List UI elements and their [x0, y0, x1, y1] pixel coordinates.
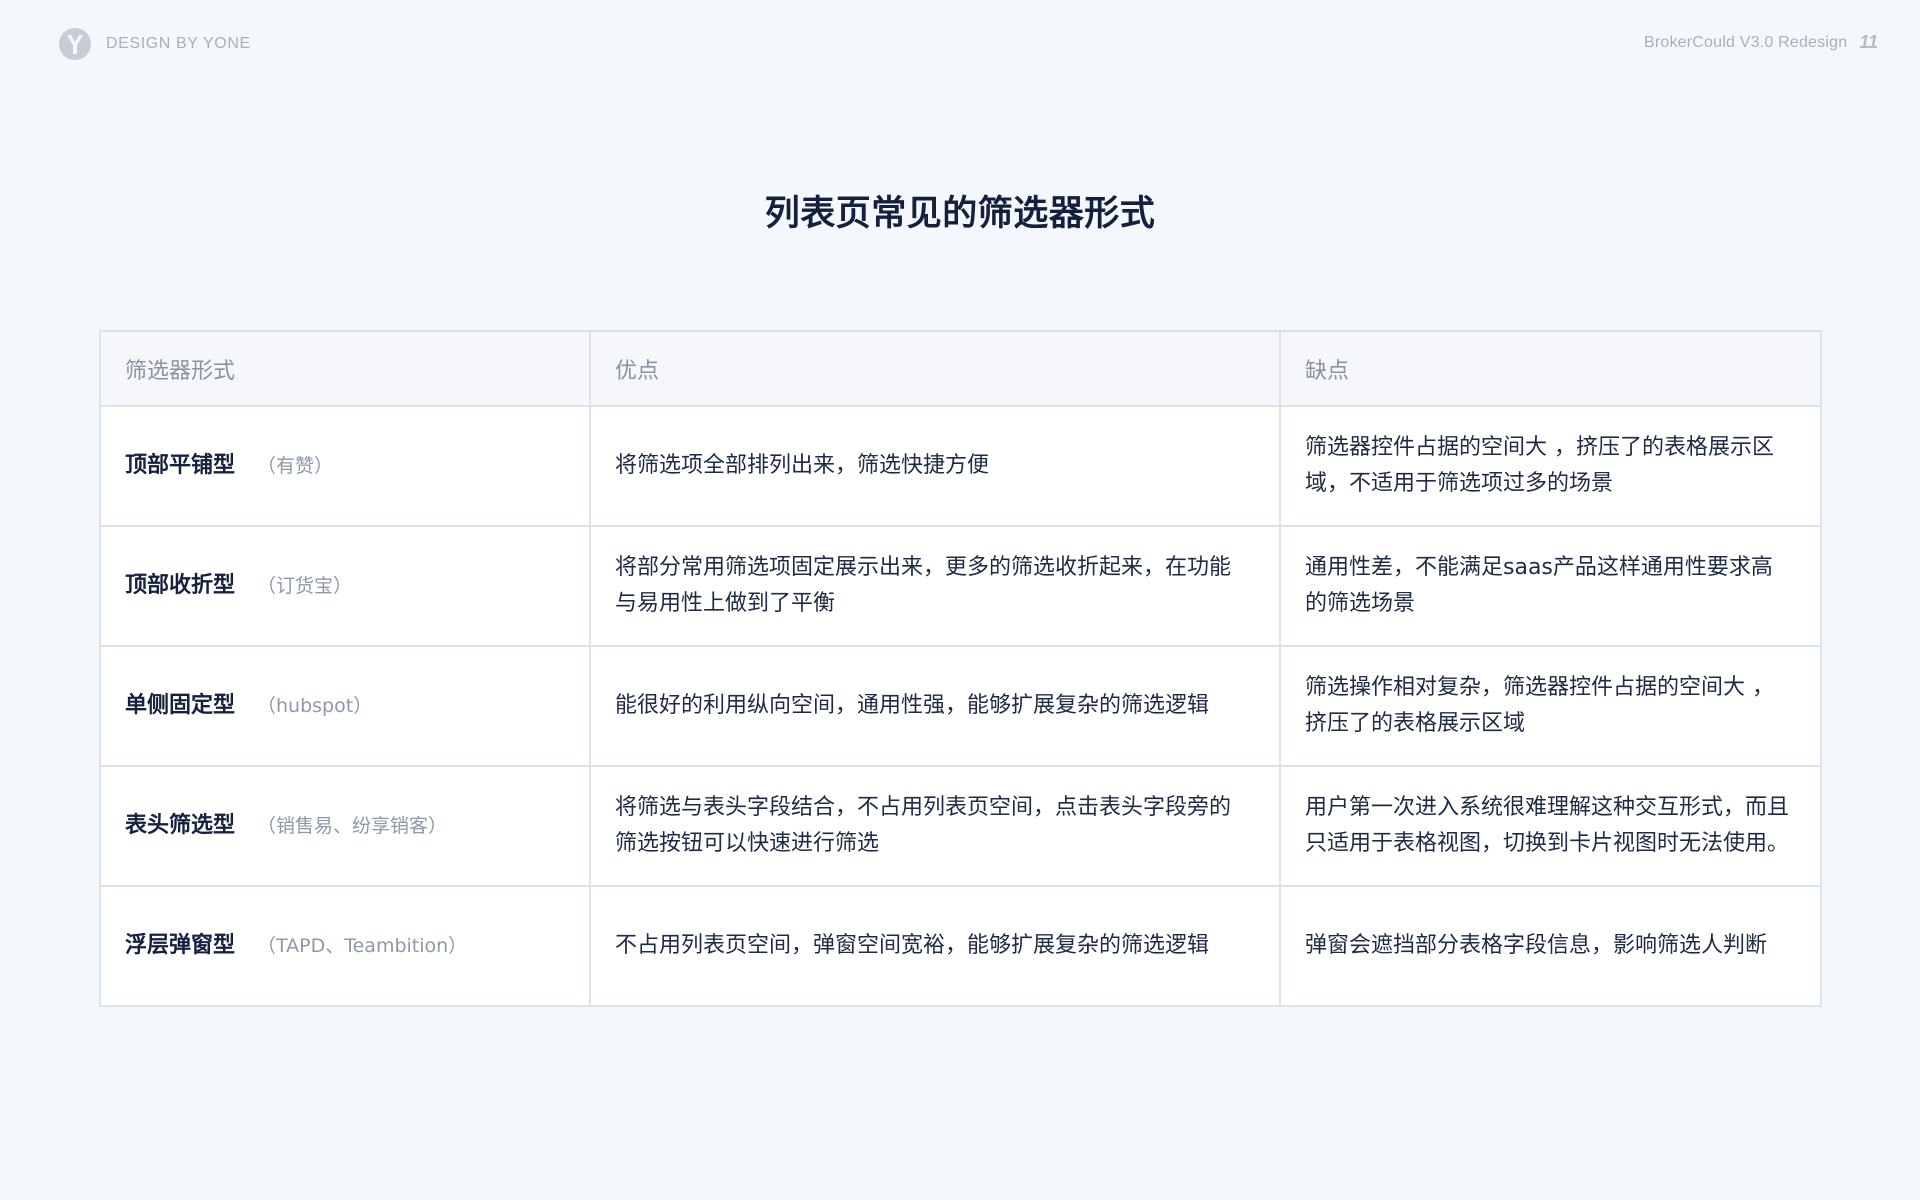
cons-cell: 用户第一次进入系统很难理解这种交互形式，而且只适用于表格视图，切换到卡片视图时无…	[1279, 765, 1822, 887]
cons-text: 通用性差，不能满足saas产品这样通用性要求高的筛选场景	[1305, 555, 1773, 616]
cons-cell: 通用性差，不能满足saas产品这样通用性要求高的筛选场景	[1279, 525, 1822, 647]
pros-text: 将筛选与表头字段结合，不占用列表页空间，点击表头字段旁的筛选按钮可以快速进行筛选	[615, 795, 1232, 856]
comparison-table-wrapper: 筛选器形式 优点 缺点 顶部平铺型 （有赞） 将筛选项全部排列出来，筛选快捷方便 …	[99, 330, 1822, 1007]
table-row: 顶部收折型 （订货宝） 将部分常用筛选项固定展示出来，更多的筛选收折起来，在功能与…	[99, 525, 1822, 647]
filter-type-name: 浮层弹窗型	[125, 933, 236, 958]
filter-form-cell: 单侧固定型 （hubspot）	[99, 645, 591, 767]
cons-text: 用户第一次进入系统很难理解这种交互形式，而且只适用于表格视图，切换到卡片视图时无…	[1305, 795, 1790, 856]
pros-cell: 将筛选项全部排列出来，筛选快捷方便	[589, 405, 1281, 527]
pros-cell: 不占用列表页空间，弹窗空间宽裕，能够扩展复杂的筛选逻辑	[589, 885, 1281, 1007]
cons-cell: 弹窗会遮挡部分表格字段信息，影响筛选人判断	[1279, 885, 1822, 1007]
project-name: BrokerCould V3.0 Redesign	[1643, 33, 1848, 51]
column-header-cons: 缺点	[1279, 330, 1822, 407]
pros-cell: 能很好的利用纵向空间，通用性强，能够扩展复杂的筛选逻辑	[589, 645, 1281, 767]
pros-text: 能很好的利用纵向空间，通用性强，能够扩展复杂的筛选逻辑	[615, 693, 1210, 718]
filter-type-example: （hubspot）	[257, 695, 373, 717]
column-header-pros: 优点	[589, 330, 1281, 407]
cons-text: 弹窗会遮挡部分表格字段信息，影响筛选人判断	[1305, 933, 1768, 958]
filter-type-name: 顶部平铺型	[125, 453, 236, 478]
column-header-form: 筛选器形式	[99, 330, 591, 407]
pros-text: 将筛选项全部排列出来，筛选快捷方便	[615, 453, 990, 478]
filter-type-example: （销售易、纷享销客）	[257, 815, 448, 837]
brand-area: DESIGN BY YONE	[58, 27, 251, 61]
cons-cell: 筛选操作相对复杂，筛选器控件占据的空间大 ，挤压了的表格展示区域	[1279, 645, 1822, 767]
filter-form-cell: 顶部收折型 （订货宝）	[99, 525, 591, 647]
cons-cell: 筛选器控件占据的空间大 ，挤压了的表格展示区域，不适用于筛选项过多的场景	[1279, 405, 1822, 527]
filter-comparison-table: 筛选器形式 优点 缺点 顶部平铺型 （有赞） 将筛选项全部排列出来，筛选快捷方便 …	[99, 330, 1822, 1007]
pros-text: 不占用列表页空间，弹窗空间宽裕，能够扩展复杂的筛选逻辑	[615, 933, 1210, 958]
filter-type-name: 顶部收折型	[125, 573, 236, 598]
filter-form-cell: 浮层弹窗型 （TAPD、Teambition）	[99, 885, 591, 1007]
filter-type-name: 表头筛选型	[125, 813, 236, 838]
filter-type-example: （订货宝）	[257, 575, 353, 597]
table-row: 顶部平铺型 （有赞） 将筛选项全部排列出来，筛选快捷方便 筛选器控件占据的空间大 …	[99, 405, 1822, 527]
table-row: 表头筛选型 （销售易、纷享销客） 将筛选与表头字段结合，不占用列表页空间，点击表头…	[99, 765, 1822, 887]
pros-cell: 将筛选与表头字段结合，不占用列表页空间，点击表头字段旁的筛选按钮可以快速进行筛选	[589, 765, 1281, 887]
filter-type-example: （有赞）	[257, 455, 334, 477]
pros-text: 将部分常用筛选项固定展示出来，更多的筛选收折起来，在功能与易用性上做到了平衡	[615, 555, 1232, 616]
cons-text: 筛选器控件占据的空间大 ，挤压了的表格展示区域，不适用于筛选项过多的场景	[1305, 435, 1774, 496]
filter-form-cell: 表头筛选型 （销售易、纷享销客）	[99, 765, 591, 887]
pros-cell: 将部分常用筛选项固定展示出来，更多的筛选收折起来，在功能与易用性上做到了平衡	[589, 525, 1281, 647]
page-number: 11	[1859, 32, 1878, 52]
filter-type-name: 单侧固定型	[125, 693, 236, 718]
cons-text: 筛选操作相对复杂，筛选器控件占据的空间大 ，挤压了的表格展示区域	[1305, 675, 1774, 736]
page-title: 列表页常见的筛选器形式	[764, 194, 1156, 234]
brand-label: DESIGN BY YONE	[106, 35, 251, 52]
table-row: 单侧固定型 （hubspot） 能很好的利用纵向空间，通用性强，能够扩展复杂的筛选…	[99, 645, 1822, 767]
deck-info: BrokerCould V3.0 Redesign 11	[1644, 32, 1878, 53]
table-header-row: 筛选器形式 优点 缺点	[99, 330, 1822, 407]
y-logo-icon	[59, 28, 91, 60]
table-row: 浮层弹窗型 （TAPD、Teambition） 不占用列表页空间，弹窗空间宽裕，能…	[99, 885, 1822, 1007]
filter-type-example: （TAPD、Teambition）	[257, 935, 468, 957]
filter-form-cell: 顶部平铺型 （有赞）	[99, 405, 591, 527]
